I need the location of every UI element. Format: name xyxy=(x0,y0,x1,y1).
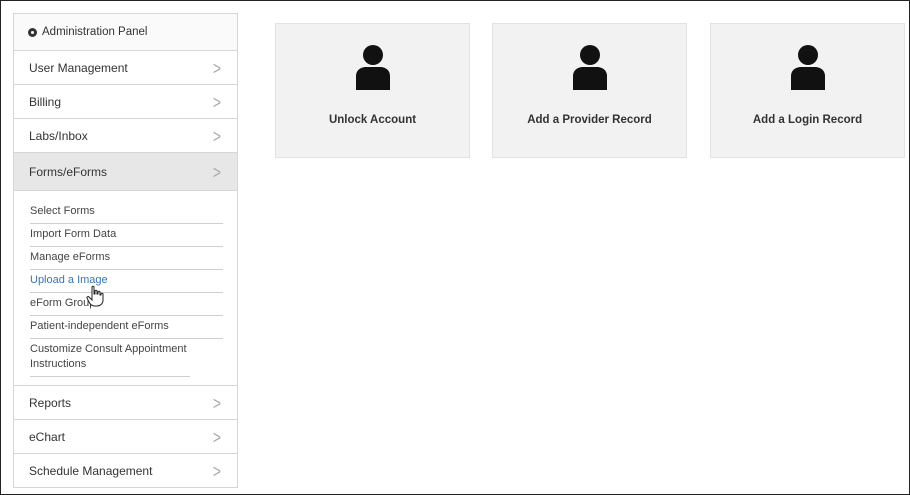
sidebar-item-schedule-management[interactable]: Schedule Management > xyxy=(13,454,238,488)
user-icon xyxy=(355,45,390,90)
submenu-patient-independent-eforms[interactable]: Patient-independent eForms xyxy=(30,316,223,339)
sidebar-item-echart[interactable]: eChart > xyxy=(13,420,238,454)
gear-icon xyxy=(28,27,37,37)
user-icon xyxy=(790,45,825,90)
hand-pointer-icon xyxy=(86,285,104,307)
sidebar-item-labs-inbox[interactable]: Labs/Inbox > xyxy=(13,119,238,153)
administration-panel-header: Administration Panel xyxy=(13,13,238,51)
card-add-login-record[interactable]: Add a Login Record xyxy=(710,23,905,158)
chevron-right-icon: > xyxy=(212,91,221,112)
card-label: Add a Provider Record xyxy=(527,114,652,126)
card-unlock-account[interactable]: Unlock Account xyxy=(275,23,470,158)
chevron-right-icon: > xyxy=(212,57,221,78)
chevron-right-icon: > xyxy=(212,426,221,447)
admin-sidebar: Administration Panel User Management > B… xyxy=(13,13,238,494)
admin-window: Administration Panel User Management > B… xyxy=(0,0,910,495)
submenu-customize-consult-instructions[interactable]: Customize Consult Appointment Instructio… xyxy=(30,339,190,377)
sidebar-item-label: Billing xyxy=(29,94,62,109)
sidebar-item-forms-eforms[interactable]: Forms/eForms > xyxy=(13,153,238,191)
submenu-eform-groups[interactable]: eForm Groups xyxy=(30,293,223,316)
sidebar-item-label: Schedule Management xyxy=(29,463,153,478)
card-label: Add a Login Record xyxy=(752,114,863,126)
submenu-upload-image[interactable]: Upload a Image xyxy=(30,270,223,293)
chevron-right-icon: > xyxy=(212,125,221,146)
sidebar-item-billing[interactable]: Billing > xyxy=(13,85,238,119)
sidebar-item-label: Forms/eForms xyxy=(29,164,107,179)
chevron-right-icon: > xyxy=(212,460,221,481)
card-label: Unlock Account xyxy=(328,114,417,126)
chevron-right-icon: > xyxy=(212,392,221,413)
sidebar-item-label: eChart xyxy=(29,429,66,444)
card-add-provider-record[interactable]: Add a Provider Record xyxy=(492,23,687,158)
sidebar-item-label: Reports xyxy=(29,395,72,410)
sidebar-item-user-management[interactable]: User Management > xyxy=(13,51,238,85)
sidebar-item-label: User Management xyxy=(29,60,128,75)
sidebar-item-label: Labs/Inbox xyxy=(29,128,88,143)
submenu-manage-eforms[interactable]: Manage eForms xyxy=(30,247,223,270)
chevron-right-icon: > xyxy=(212,161,221,182)
submenu-import-form-data[interactable]: Import Form Data xyxy=(30,224,223,247)
forms-eforms-submenu: Select Forms Import Form Data Manage eFo… xyxy=(13,191,238,386)
submenu-select-forms[interactable]: Select Forms xyxy=(30,201,223,224)
user-icon xyxy=(572,45,607,90)
sidebar-item-reports[interactable]: Reports > xyxy=(13,386,238,420)
panel-title: Administration Panel xyxy=(42,26,148,38)
